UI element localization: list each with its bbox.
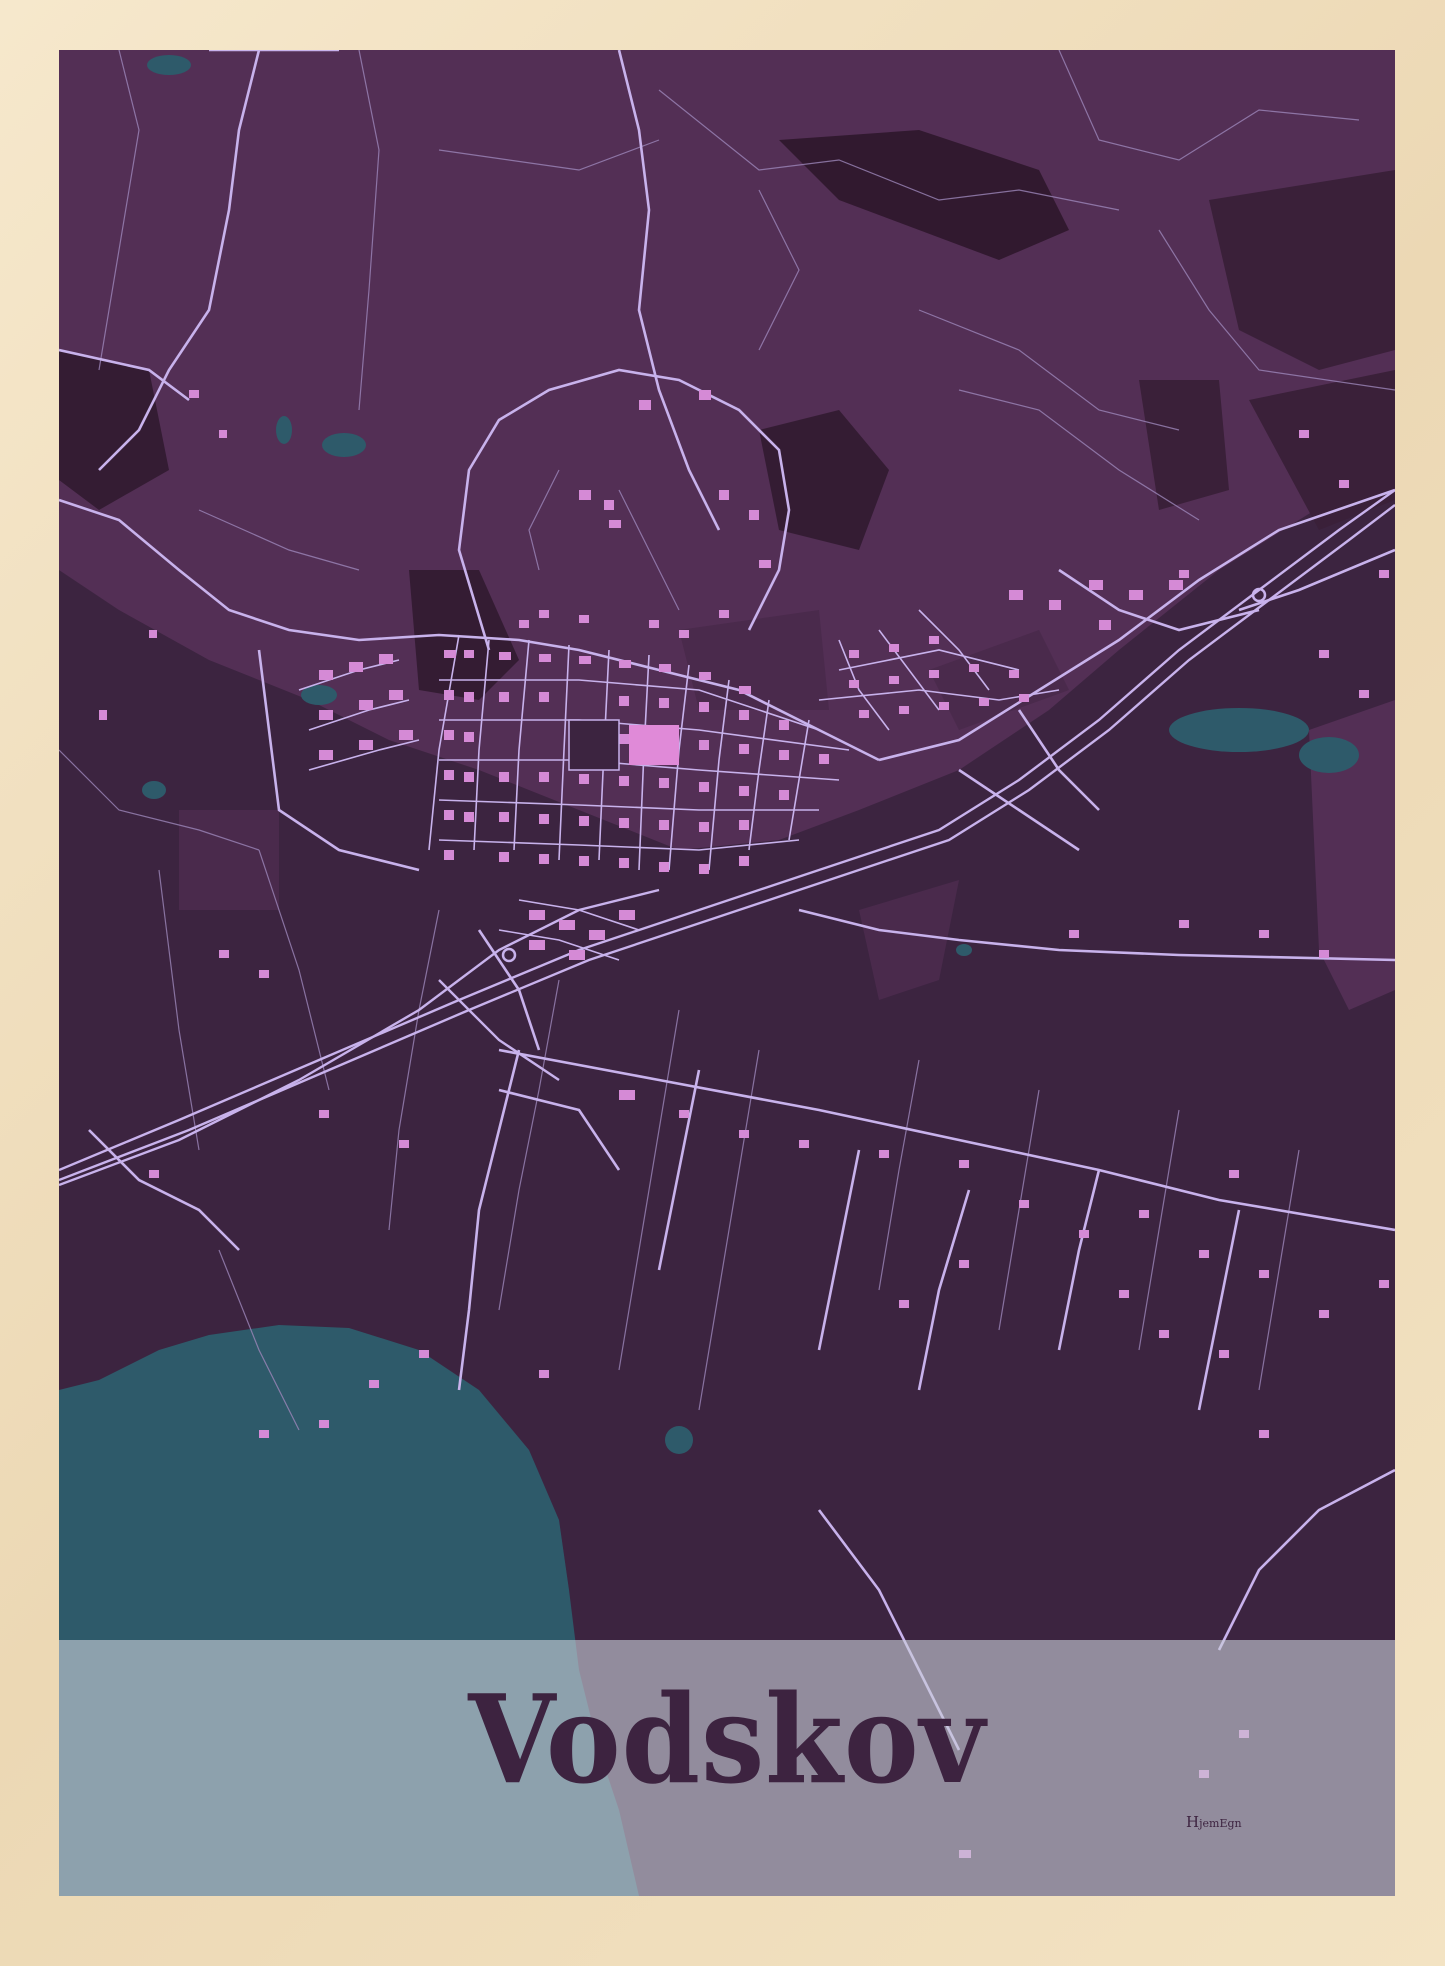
map (59, 50, 1395, 1896)
poster-title: Vodskov (468, 1667, 986, 1811)
lake (147, 55, 191, 75)
forest-patch (179, 810, 279, 910)
map-poster: Vodskov HjemEgn (59, 50, 1395, 1896)
lake (1169, 708, 1309, 752)
brand-initial: H (1186, 1813, 1200, 1831)
lake (956, 944, 972, 956)
brand-rest: jemEgn (1199, 1817, 1242, 1830)
lake (665, 1426, 693, 1454)
central-block (629, 725, 679, 765)
lake (276, 416, 292, 444)
lake (142, 781, 166, 799)
lake (322, 433, 366, 457)
brand-logo: HjemEgn (1186, 1813, 1242, 1831)
lake (1299, 737, 1359, 773)
central-park (568, 719, 620, 771)
wooden-frame: Vodskov HjemEgn (0, 0, 1445, 1966)
